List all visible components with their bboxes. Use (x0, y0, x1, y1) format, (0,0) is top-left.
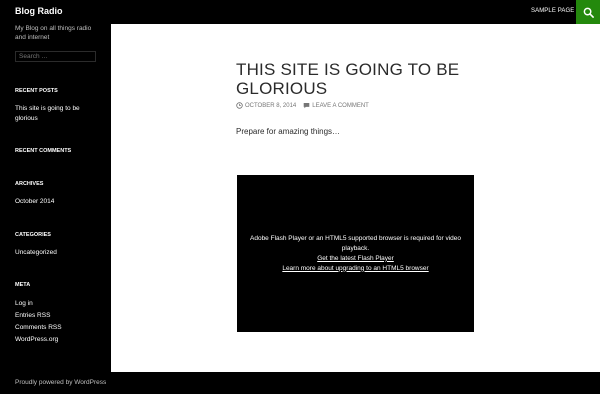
archive-link-october-2014[interactable]: October 2014 (15, 197, 103, 207)
widget-title-recent-posts: RECENT POSTS (15, 88, 58, 94)
widget-title-meta: META (15, 282, 31, 288)
upgrade-html5-link[interactable]: Learn more about upgrading to an HTML5 b… (282, 264, 428, 274)
widget-title-archives: ARCHIVES (15, 181, 44, 187)
meta-link-comments-rss[interactable]: Comments RSS (15, 323, 103, 333)
widget-title-categories: CATEGORIES (15, 232, 51, 238)
post-date-label: OCTOBER 8, 2014 (245, 102, 297, 109)
footer-credit-link[interactable]: Proudly powered by WordPress (15, 379, 106, 386)
category-link-uncategorized[interactable]: Uncategorized (15, 248, 103, 258)
search-toggle-button[interactable] (576, 0, 600, 24)
sidebar-search-input[interactable] (15, 51, 96, 62)
site-title-link[interactable]: Blog Radio (15, 6, 63, 16)
post-title[interactable]: THIS SITE IS GOING TO BE GLORIOUS (236, 60, 476, 98)
post-body: Prepare for amazing things… (236, 127, 341, 136)
leave-comment-label: LEAVE A COMMENT (312, 102, 369, 109)
post-meta: OCTOBER 8, 2014 LEAVE A COMMENT (236, 102, 376, 109)
meta-link-wordpress-org[interactable]: WordPress.org (15, 335, 103, 345)
meta-link-login[interactable]: Log in (15, 299, 103, 309)
nav-sample-page[interactable]: SAMPLE PAGE (531, 8, 574, 14)
video-player[interactable]: Adobe Flash Player or an HTML5 supported… (237, 175, 474, 332)
recent-post-link[interactable]: This site is going to be glorious (15, 104, 103, 124)
search-icon (583, 7, 594, 18)
meta-link-entries-rss[interactable]: Entries RSS (15, 311, 103, 321)
masthead: Blog Radio SAMPLE PAGE (0, 0, 600, 24)
video-fallback-message: Adobe Flash Player or an HTML5 supported… (250, 234, 461, 252)
clock-icon (236, 102, 243, 109)
post-date[interactable]: OCTOBER 8, 2014 (236, 102, 296, 109)
site-tagline: My Blog on all things radio and internet (15, 25, 92, 41)
bottom-strip (0, 394, 600, 400)
leave-comment-link[interactable]: LEAVE A COMMENT (303, 102, 369, 109)
main-content: THIS SITE IS GOING TO BE GLORIOUS OCTOBE… (111, 24, 600, 372)
comment-icon (303, 103, 310, 109)
sidebar: My Blog on all things radio and internet… (0, 24, 111, 372)
get-flash-player-link[interactable]: Get the latest Flash Player (317, 254, 394, 264)
widget-title-recent-comments: RECENT COMMENTS (15, 148, 72, 154)
site-footer: Proudly powered by WordPress (0, 372, 600, 394)
